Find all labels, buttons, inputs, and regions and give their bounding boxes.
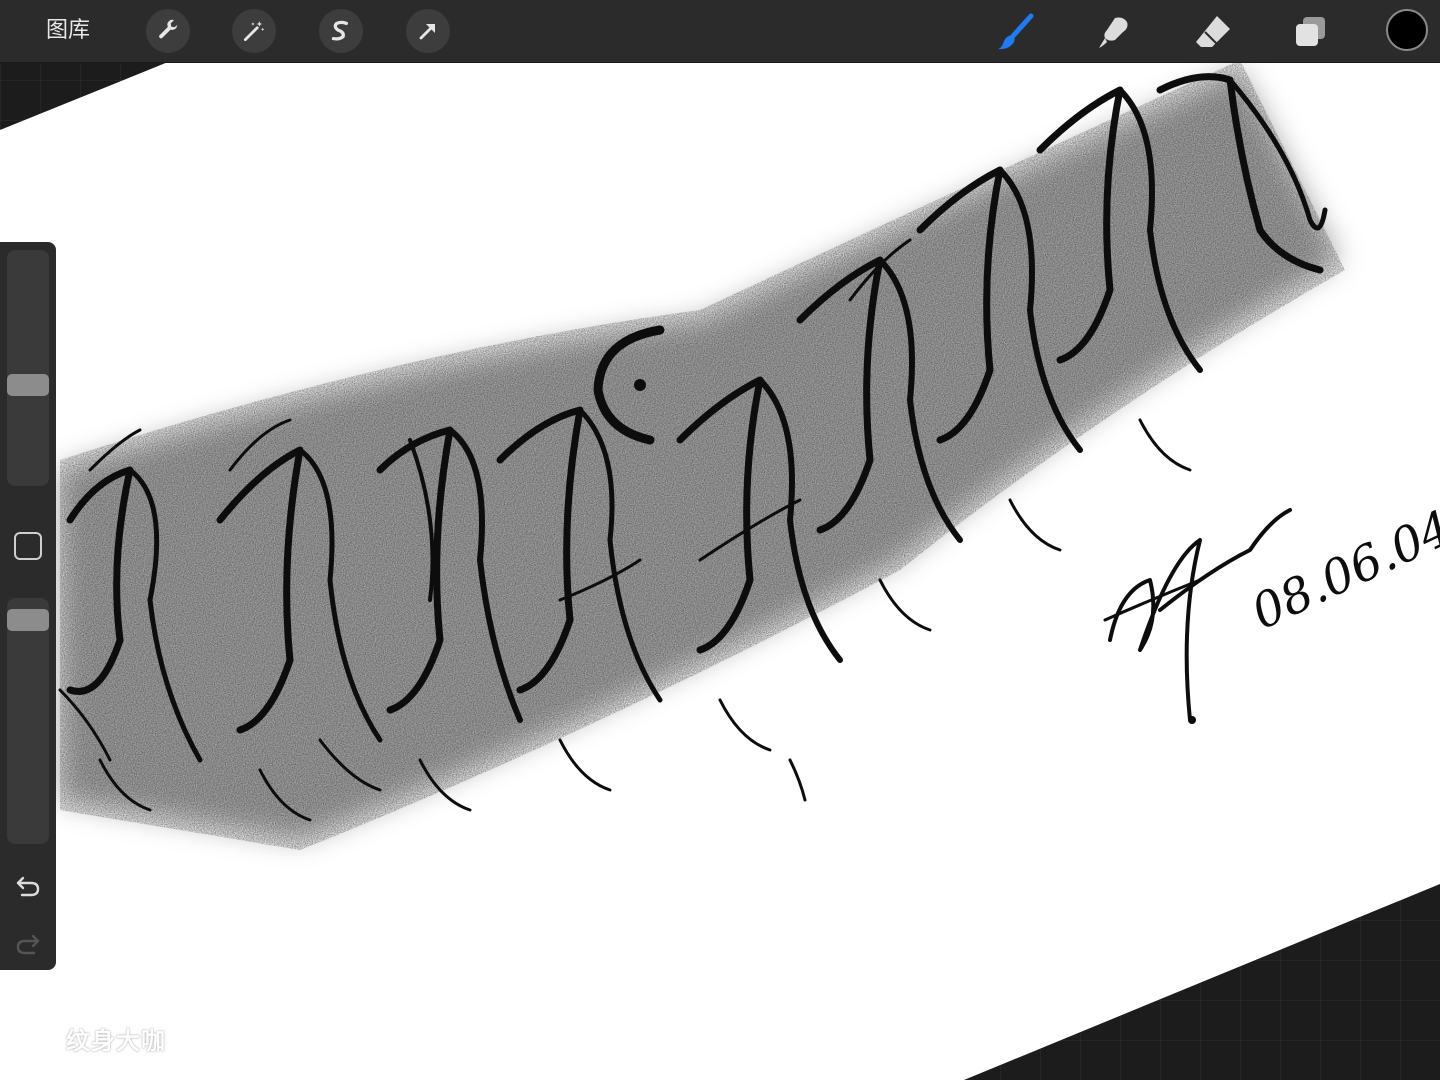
selection-s-icon — [331, 20, 349, 41]
smudge-button[interactable] — [1090, 9, 1136, 55]
brush-size-thumb[interactable] — [7, 374, 49, 396]
owl-logo-icon — [20, 1021, 52, 1056]
redo-button[interactable] — [12, 928, 44, 960]
left-sidebar — [0, 242, 56, 970]
magic-wand-icon — [243, 21, 265, 42]
transform-button[interactable] — [406, 9, 450, 53]
watermark-text: 纹身大咖 — [66, 1026, 166, 1055]
brush-size-slider[interactable] — [7, 250, 49, 486]
redo-icon — [16, 934, 40, 955]
drawing-canvas[interactable]: 08.06.04 — [0, 0, 1440, 1080]
undo-button[interactable] — [12, 870, 44, 902]
top-toolbar: 图库 — [0, 0, 1440, 63]
layers-button[interactable] — [1287, 9, 1333, 55]
brush-opacity-thumb[interactable] — [7, 609, 49, 631]
arrow-cursor-icon — [419, 24, 435, 40]
brush-icon — [998, 13, 1034, 50]
procreate-workspace: 08.06.04 图库 纹身大咖 — [0, 0, 1440, 1080]
brush-button[interactable] — [992, 9, 1038, 55]
watermark: 纹身大咖 — [16, 1018, 166, 1058]
smudge-icon — [1099, 17, 1128, 48]
selection-button[interactable] — [319, 9, 363, 53]
adjustments-button[interactable] — [232, 9, 276, 53]
color-picker-button[interactable] — [1386, 9, 1428, 51]
brush-opacity-slider[interactable] — [7, 598, 49, 844]
modify-button[interactable] — [14, 532, 42, 560]
actions-button[interactable] — [146, 9, 190, 53]
eraser-icon — [1196, 16, 1230, 47]
wrench-icon — [159, 19, 178, 39]
gallery-button[interactable]: 图库 — [38, 12, 98, 50]
undo-icon — [16, 876, 40, 897]
eraser-button[interactable] — [1190, 9, 1236, 55]
layers-icon — [1296, 17, 1325, 46]
